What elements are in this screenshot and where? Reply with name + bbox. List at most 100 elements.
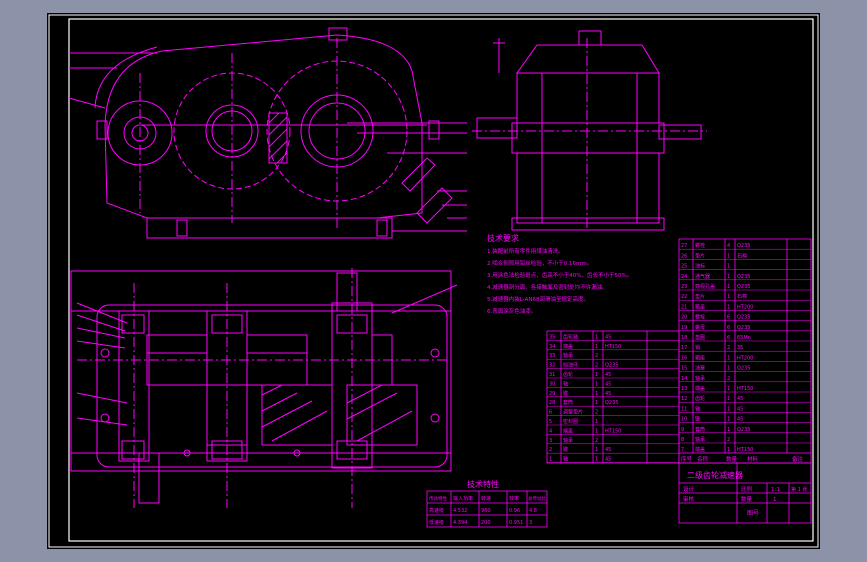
bom-cell: 键	[563, 446, 568, 453]
bom-cell: 6	[727, 325, 730, 331]
title-block-qty-label: 数量	[741, 495, 753, 503]
bom-cell: HT150	[605, 344, 621, 350]
bom-cell: 4	[549, 428, 552, 434]
bom-header-cell: 名称	[697, 455, 709, 463]
bom-cell: 轴	[563, 380, 568, 387]
bom-cell: 65Mn	[737, 335, 751, 341]
bom-row: 8 轴承 2	[679, 436, 811, 444]
title-block-name: 二级齿轮减速器	[687, 470, 743, 480]
bom-cell: Q235	[737, 243, 750, 249]
bom-cell: 22	[681, 294, 687, 300]
bom-row: 21 箱盖 1 HT200	[679, 303, 811, 311]
bom-cell: 6	[727, 335, 730, 341]
bom-cell: HT150	[737, 447, 753, 453]
tech-char-rows: 高速级 4.532 960 0.96 4.8 低速级 4.394 200 0.951 3	[429, 507, 537, 526]
bom-cell: 2	[549, 447, 552, 453]
bom-cell: 1	[595, 381, 598, 387]
bom-row: 34 端盖 1 HT150	[547, 343, 679, 351]
bom-cell: 1	[727, 284, 730, 290]
bom-cell: 套筒	[695, 426, 705, 433]
bom-cell: 挡油环	[563, 362, 578, 369]
tech-char-header: 转速	[481, 495, 491, 502]
tech-char-cell: 960	[481, 508, 491, 514]
bom-row: 17 销 2 35	[679, 344, 811, 352]
bom-cell: 键	[563, 390, 568, 397]
bom-cell: 4	[727, 243, 730, 249]
bom-cell: 箱座	[695, 354, 705, 361]
bom-row: 11 轴 1 45	[679, 405, 811, 413]
bom-right-rows: 27 螺栓 4 Q23526 垫片 1 石棉25 油标 124 通气器 1 Q23523 窥视孔盖 1 Q2…	[679, 242, 811, 454]
bom-row: 20 螺栓 6 Q235	[679, 314, 811, 321]
top-section-view	[70, 268, 458, 508]
bom-cell: 45	[737, 406, 743, 412]
bom-cell: 套筒	[563, 399, 573, 406]
tech-char-cell: 低速级	[429, 519, 444, 526]
front-view	[68, 27, 467, 239]
bom-cell: HT150	[737, 386, 753, 392]
bom-cell: 端盖	[563, 427, 573, 434]
bom-header-cell: 材料	[747, 455, 759, 463]
bom-cell: 1	[727, 355, 730, 361]
tech-char-cell: 0.96	[509, 508, 520, 514]
bom-cell: 25	[681, 264, 687, 270]
bom-cell: 1	[595, 419, 598, 425]
tech-req-line: 4.减速器剖分面、各接触面及密封处均不许漏油。	[487, 283, 608, 291]
bom-cell: 螺栓	[695, 242, 705, 249]
bom-cell: Q235	[737, 284, 750, 290]
bom-cell: 齿轮轴	[563, 333, 578, 340]
bom-row: 2 键 1 45	[547, 446, 679, 454]
title-block-designer: 设计	[683, 485, 695, 493]
tech-req-title: 技术要求	[487, 233, 519, 243]
cad-viewport[interactable]: 技术要求 1.装配前所有零件用煤油清洗。 2.啮合侧隙用铅丝检验，不小于0.16…	[47, 13, 820, 549]
bom-cell: 1	[727, 406, 730, 412]
bom-cell: 轴承	[563, 437, 573, 444]
bom-cell: 3	[549, 438, 552, 444]
bom-cell: 23	[681, 284, 687, 290]
bom-row: 7 端盖 1 HT150	[679, 446, 811, 454]
bom-cell: 键	[695, 416, 700, 423]
bom-cell: 1	[595, 391, 598, 397]
bom-cell: HT200	[737, 304, 753, 310]
bom-cell: 12	[681, 396, 687, 402]
bom-cell: Q235	[737, 427, 750, 433]
bom-cell: 31	[549, 372, 555, 378]
bom-cell: 1	[727, 366, 730, 372]
title-block-checker: 审核	[683, 495, 695, 503]
bom-cell: 27	[681, 243, 687, 249]
bom-cell: 1	[595, 457, 598, 463]
bom-row: 5 密封圈 1	[547, 418, 679, 426]
tech-char-header: 传动特性	[429, 495, 447, 502]
bom-cell: 45	[605, 334, 611, 340]
bom-cell: 箱盖	[695, 303, 705, 310]
bom-cell: 35	[737, 345, 743, 351]
bom-cell: 1	[727, 253, 730, 259]
tech-char-cell: 200	[481, 520, 491, 526]
tech-char-cell: 高速级	[429, 507, 444, 514]
bom-cell: 垫片	[695, 293, 705, 300]
bom-cell: 1	[595, 447, 598, 453]
bom-header: 序号 名称 数量 材料 备注	[678, 452, 812, 464]
bom-cell: 28	[549, 400, 555, 406]
bom-cell: 密封圈	[563, 418, 578, 425]
bom-cell: 15	[681, 366, 687, 372]
bom-row: 26 垫片 1 石棉	[679, 252, 811, 260]
bom-cell: 1	[727, 427, 730, 433]
bom-cell: 10	[681, 417, 687, 423]
bom-cell: 齿轮	[695, 395, 705, 402]
tech-req-line: 2.啮合侧隙用铅丝检验，不小于0.16mm。	[487, 259, 592, 267]
drawing-sheet: 技术要求 1.装配前所有零件用煤油清洗。 2.啮合侧隙用铅丝检验，不小于0.16…	[48, 14, 819, 548]
bom-cell: 2	[727, 376, 730, 382]
bom-row: 24 通气器 1 Q235	[679, 273, 811, 281]
title-block-drawing-no: 图号	[747, 510, 759, 517]
bom-cell: 13	[681, 386, 687, 392]
bom-cell: 5	[549, 419, 552, 425]
bom-cell: 1	[595, 372, 598, 378]
bom-cell: 21	[681, 304, 687, 310]
bom-cell: 45	[737, 396, 743, 402]
bom-cell: 45	[605, 372, 611, 378]
bom-cell: 油塞	[695, 365, 705, 372]
bom-row: 10 键 1 45	[679, 416, 811, 423]
bom-cell: 1	[727, 386, 730, 392]
tech-char-cell: 4.532	[453, 508, 467, 514]
bom-cell: 轴承	[695, 375, 705, 382]
